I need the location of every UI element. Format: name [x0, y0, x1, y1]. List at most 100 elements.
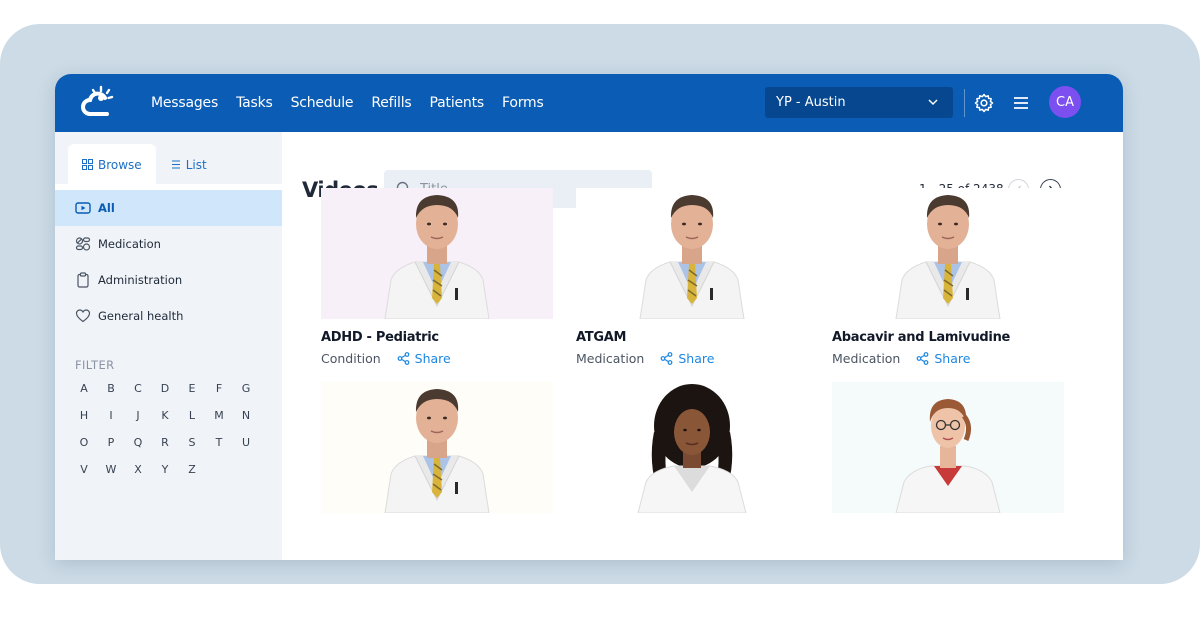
filter-letter-f[interactable]: F	[211, 382, 227, 400]
video-meta: Medication Share	[576, 351, 714, 366]
tab-browse[interactable]: Browse	[68, 144, 156, 185]
filter-letter-o[interactable]: O	[76, 436, 92, 454]
sidebar-item-label: Administration	[98, 273, 183, 287]
list-icon	[171, 160, 180, 169]
filter-letter-j[interactable]: J	[130, 409, 146, 427]
toolbar-divider	[964, 89, 965, 117]
nav-patients[interactable]: Patients	[421, 74, 493, 132]
filter-letter-k[interactable]: K	[157, 409, 173, 427]
nav-messages[interactable]: Messages	[142, 74, 227, 132]
filter-letter-i[interactable]: I	[103, 409, 119, 427]
nav-schedule[interactable]: Schedule	[282, 74, 363, 132]
location-select[interactable]: YP - Austin	[765, 87, 953, 118]
filter-letter-x[interactable]: X	[130, 463, 146, 481]
filter-letter-b[interactable]: B	[103, 382, 119, 400]
filter-letter-v[interactable]: V	[76, 463, 92, 481]
sidebar-item-label: General health	[98, 309, 184, 323]
view-tabs: Browse List	[68, 144, 221, 185]
user-avatar[interactable]: CA	[1049, 86, 1081, 118]
filter-letter-s[interactable]: S	[184, 436, 200, 454]
nav-refills[interactable]: Refills	[362, 74, 420, 132]
video-card[interactable]: Abacavir and Lamivudine Medication Share	[832, 188, 1064, 366]
video-title[interactable]: ATGAM	[576, 330, 626, 345]
top-navigation-bar: Messages Tasks Schedule Refills Patients…	[55, 74, 1123, 132]
main-content: Videos 1 - 25 of 2438	[282, 132, 1123, 560]
filter-letter-n[interactable]: N	[238, 409, 254, 427]
video-category: Medication	[832, 351, 901, 366]
video-meta: Medication Share	[832, 351, 970, 366]
video-thumbnail[interactable]	[321, 188, 553, 319]
filter-letter-y[interactable]: Y	[157, 463, 173, 481]
share-label: Share	[934, 351, 971, 366]
share-icon	[916, 352, 929, 365]
chevron-down-icon	[928, 99, 938, 106]
filter-letter-h[interactable]: H	[76, 409, 92, 427]
video-thumbnail[interactable]	[321, 382, 553, 513]
video-category: Medication	[576, 351, 645, 366]
sidebar-item-all[interactable]: All	[55, 190, 282, 226]
video-meta: Condition Share	[321, 351, 451, 366]
presenter-image	[384, 195, 490, 319]
sidebar-item-general-health[interactable]: General health	[55, 298, 282, 334]
filter-letter-l[interactable]: L	[184, 409, 200, 427]
video-card[interactable]	[576, 382, 808, 513]
filter-letter-p[interactable]: P	[103, 436, 119, 454]
filter-letter-g[interactable]: G	[238, 382, 254, 400]
filter-letter-d[interactable]: D	[157, 382, 173, 400]
video-title[interactable]: ADHD - Pediatric	[321, 330, 439, 345]
location-select-value: YP - Austin	[776, 95, 846, 110]
video-title[interactable]: Abacavir and Lamivudine	[832, 330, 1010, 345]
clipboard-icon	[77, 272, 89, 288]
presenter-image	[384, 389, 490, 513]
video-thumbnail[interactable]	[832, 188, 1064, 319]
video-card[interactable]: ADHD - Pediatric Condition Share	[321, 188, 553, 366]
pills-icon	[75, 237, 91, 251]
filter-title: FILTER	[75, 358, 115, 372]
nav-forms[interactable]: Forms	[493, 74, 553, 132]
video-thumbnail[interactable]	[576, 382, 808, 513]
share-label: Share	[678, 351, 715, 366]
heart-icon	[75, 309, 91, 323]
sidebar-item-administration[interactable]: Administration	[55, 262, 282, 298]
hamburger-menu-icon[interactable]	[1012, 94, 1030, 112]
filter-letter-w[interactable]: W	[103, 463, 119, 481]
gear-icon[interactable]	[974, 93, 994, 113]
tab-list-label: List	[185, 157, 207, 172]
sidebar-item-label: Medication	[98, 237, 161, 251]
brand-logo-icon[interactable]	[77, 84, 117, 124]
presenter-image	[639, 195, 745, 319]
nav-tasks[interactable]: Tasks	[227, 74, 282, 132]
video-card[interactable]	[832, 382, 1064, 513]
filter-letter-t[interactable]: T	[211, 436, 227, 454]
filter-letter-z[interactable]: Z	[184, 463, 200, 481]
share-button[interactable]: Share	[916, 351, 970, 366]
presenter-image	[637, 384, 747, 513]
presenter-image	[895, 399, 1001, 513]
share-button[interactable]: Share	[660, 351, 714, 366]
video-play-icon	[75, 202, 91, 214]
filter-letter-u[interactable]: U	[238, 436, 254, 454]
sidebar-item-medication[interactable]: Medication	[55, 226, 282, 262]
tab-browse-label: Browse	[98, 157, 142, 172]
filter-letter-q[interactable]: Q	[130, 436, 146, 454]
app-window: Messages Tasks Schedule Refills Patients…	[55, 74, 1123, 560]
filter-letter-e[interactable]: E	[184, 382, 200, 400]
filter-letter-a[interactable]: A	[76, 382, 92, 400]
filter-letter-c[interactable]: C	[130, 382, 146, 400]
share-label: Share	[414, 351, 451, 366]
share-icon	[397, 352, 410, 365]
video-category: Condition	[321, 351, 381, 366]
filter-letter-m[interactable]: M	[211, 409, 227, 427]
tab-list[interactable]: List	[156, 144, 221, 185]
video-card[interactable]	[321, 382, 553, 513]
video-thumbnail[interactable]	[832, 382, 1064, 513]
filter-letter-r[interactable]: R	[157, 436, 173, 454]
grid-icon	[82, 159, 93, 170]
sidebar-item-label: All	[98, 201, 115, 215]
video-thumbnail[interactable]	[576, 188, 808, 319]
main-nav: Messages Tasks Schedule Refills Patients…	[142, 74, 553, 132]
share-button[interactable]: Share	[397, 351, 451, 366]
share-icon	[660, 352, 673, 365]
video-card[interactable]: ATGAM Medication Share	[576, 188, 808, 366]
presenter-image	[895, 195, 1001, 319]
